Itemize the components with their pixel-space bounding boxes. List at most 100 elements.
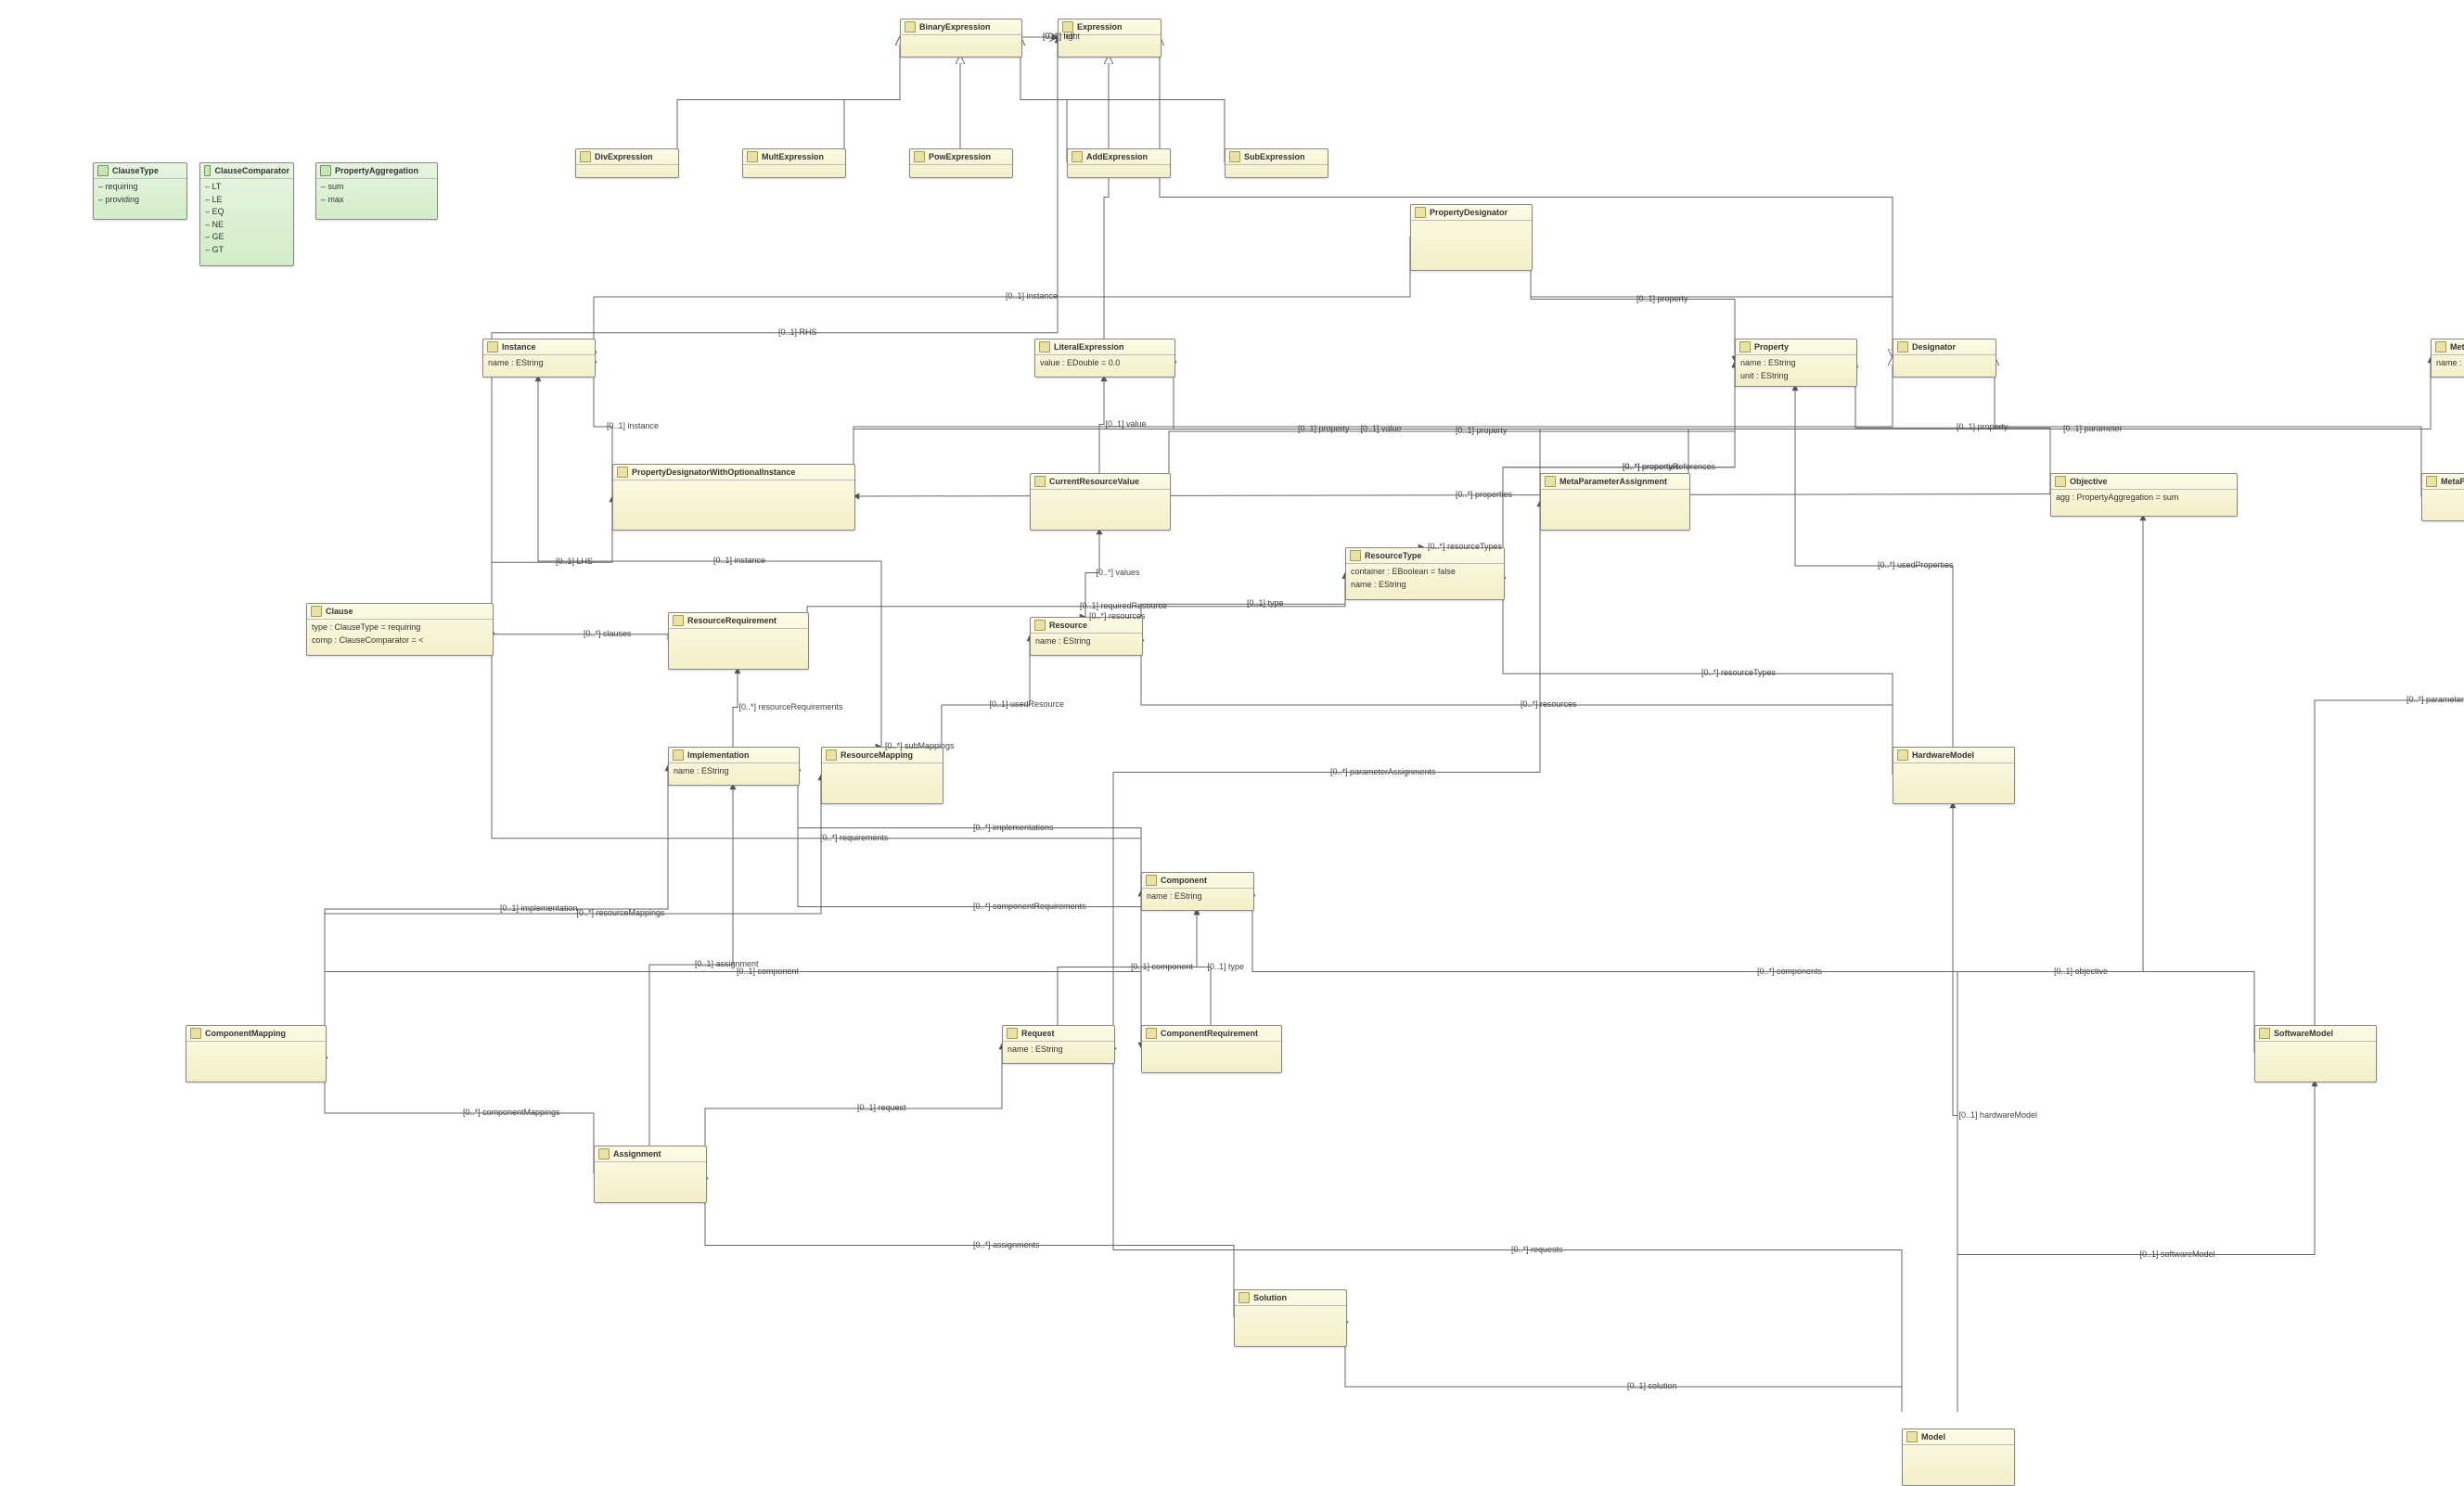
edge-Designator-Expression [1160,37,1893,357]
edge-PropertyDesignator-Instance [594,237,1410,357]
class-attr: name : EString [1147,890,1249,903]
node-ClauseType[interactable]: ClauseType– requiring– providing [93,162,187,220]
edge-label: [0..1] solution [1627,1381,1677,1390]
node-body: name : EString [1031,634,1142,650]
class-icon [190,1028,201,1039]
class-attr: comp : ClauseComparator = < [312,634,488,647]
class-attr: name : EString [674,765,794,778]
enum-literal: – LE [205,194,289,207]
node-Component[interactable]: Componentname : EString [1141,872,1254,911]
class-icon [1897,341,1908,352]
node-Request[interactable]: Requestname : EString [1002,1025,1115,1064]
node-body [1031,490,1170,493]
edge-Model-SoftwareModel [1957,1081,2315,1412]
edge-DivExpression-BinaryExpression [677,37,900,162]
node-CurrentResourceValue[interactable]: CurrentResourceValue [1030,473,1171,531]
node-title: HardwareModel [1912,750,1974,760]
node-Resource[interactable]: Resource name : EString [1030,617,1143,656]
node-body [2422,490,2464,493]
edge-label: [0..1] instance [607,421,659,430]
edge-Model-Objective [1957,515,2143,1412]
node-body [1541,490,1689,493]
node-AddExpression[interactable]: AddExpression [1067,148,1171,178]
node-body [595,1162,706,1166]
edge-label: [0..1] type [1247,598,1284,608]
node-SubExpression[interactable]: SubExpression [1225,148,1328,178]
node-PowExpression[interactable]: PowExpression [909,148,1013,178]
edge-label: [0..1] softwareModel [2140,1249,2215,1259]
node-body [1068,165,1170,169]
node-MultExpression[interactable]: MultExpression [742,148,846,178]
node-Solution[interactable]: Solution [1234,1289,1347,1347]
node-HardwareModel[interactable]: HardwareModel [1893,747,2015,804]
node-body [1903,1445,2014,1449]
node-title: ComponentRequirement [1161,1029,1258,1038]
node-MetaParameterDesignator[interactable]: MetaParameterDesignator [2421,473,2464,521]
edge-label: [0..1] assignment [695,959,759,968]
node-body [186,1042,326,1045]
node-Property[interactable]: Propertyname : EStringunit : EString [1735,339,1857,387]
node-MetaParameter[interactable]: MetaParametername : EString [2431,339,2464,378]
node-ResourceMapping[interactable]: ResourceMapping [821,747,943,804]
node-Clause[interactable]: Clausetype : ClauseType = requiringcomp … [306,603,494,656]
node-MetaParameterAssignment[interactable]: MetaParameterAssignment [1540,473,1690,531]
node-title: ResourceType [1365,551,1421,560]
class-icon [2426,476,2437,487]
node-Assignment[interactable]: Assignment [594,1146,707,1203]
edge-label: [0..1] property [1298,424,1350,433]
node-Objective[interactable]: Objectiveagg : PropertyAggregation = sum [2050,473,2238,517]
edge-label: [0..*] resourceTypes [1701,668,1776,677]
node-title: Clause [326,607,353,616]
node-BinaryExpression[interactable]: BinaryExpression [900,19,1022,58]
edge-label: [0..*] resourceRequirements [739,702,843,711]
node-ComponentRequirement[interactable]: ComponentRequirement [1141,1025,1282,1073]
edge-CurrentResourceValue-LiteralExpression [1099,376,1104,473]
edge-label: [0..*] clauses [584,629,632,638]
node-body: agg : PropertyAggregation = sum [2051,490,2237,506]
class-icon [1897,749,1908,761]
node-DivExpression[interactable]: DivExpression [575,148,679,178]
edge-label: [0..1] requiredResource [1080,601,1167,610]
diagram-canvas[interactable]: ClauseType– requiring– providingClauseCo… [0,0,2464,1412]
node-body [669,629,808,633]
class-icon [914,151,925,162]
node-body [2255,1042,2376,1045]
edge-label: [0..*] resourceMappings [577,908,665,917]
node-ClauseComparator[interactable]: ClauseComparator– LT– LE– EQ– NE– GE– GT [199,162,294,266]
edge-label: [0..*] requirements [820,833,889,842]
edge-label: [0..*] components [1757,967,1822,976]
node-SoftwareModel[interactable]: SoftwareModel [2254,1025,2377,1082]
node-title: ComponentMapping [205,1029,286,1038]
node-title: Designator [1912,342,1956,352]
node-ResourceRequirement[interactable]: ResourceRequirement [668,612,809,670]
node-body: name : EString [1003,1042,1114,1058]
edge-label: [0..1] property [1456,426,1508,435]
enum-literal: – GE [205,231,289,244]
class-icon [1072,151,1083,162]
edge-label: [0..1] instance [713,556,765,565]
node-ComponentMapping[interactable]: ComponentMapping [186,1025,327,1082]
edge-label: [0..1] property [1957,422,2008,431]
node-Instance[interactable]: Instance name : EString [482,339,596,378]
node-PropertyDesignator[interactable]: PropertyDesignator [1410,204,1533,271]
node-Implementation[interactable]: Implementationname : EString [668,747,800,786]
edge-ComponentRequirement-Clause [492,629,1141,1049]
node-title: Resource [1049,621,1087,630]
enum-literal: – LT [205,181,289,194]
node-title: LiteralExpression [1054,342,1124,352]
node-ResourceType[interactable]: ResourceTypecontainer : EBoolean = false… [1345,547,1505,600]
class-icon [673,749,684,761]
node-title: MetaParameterAssignment [1559,477,1667,486]
enum-icon [204,165,211,176]
node-LiteralExpression[interactable]: LiteralExpressionvalue : EDouble = 0.0 [1034,339,1175,378]
class-attr: name : EString [488,357,590,370]
node-title: Property [1754,342,1789,352]
node-title: Instance [502,342,536,352]
node-Designator[interactable]: Designator [1893,339,1996,378]
node-title: PropertyDesignatorWithOptionalInstance [632,468,795,477]
class-icon [905,21,916,32]
node-PropertyDesignatorWithOptionalInstance[interactable]: PropertyDesignatorWithOptionalInstance [612,464,855,531]
node-PropertyAggregation[interactable]: PropertyAggregation– sum– max [315,162,438,220]
class-icon [1906,1431,1918,1442]
node-Model[interactable]: Model [1902,1428,2015,1486]
